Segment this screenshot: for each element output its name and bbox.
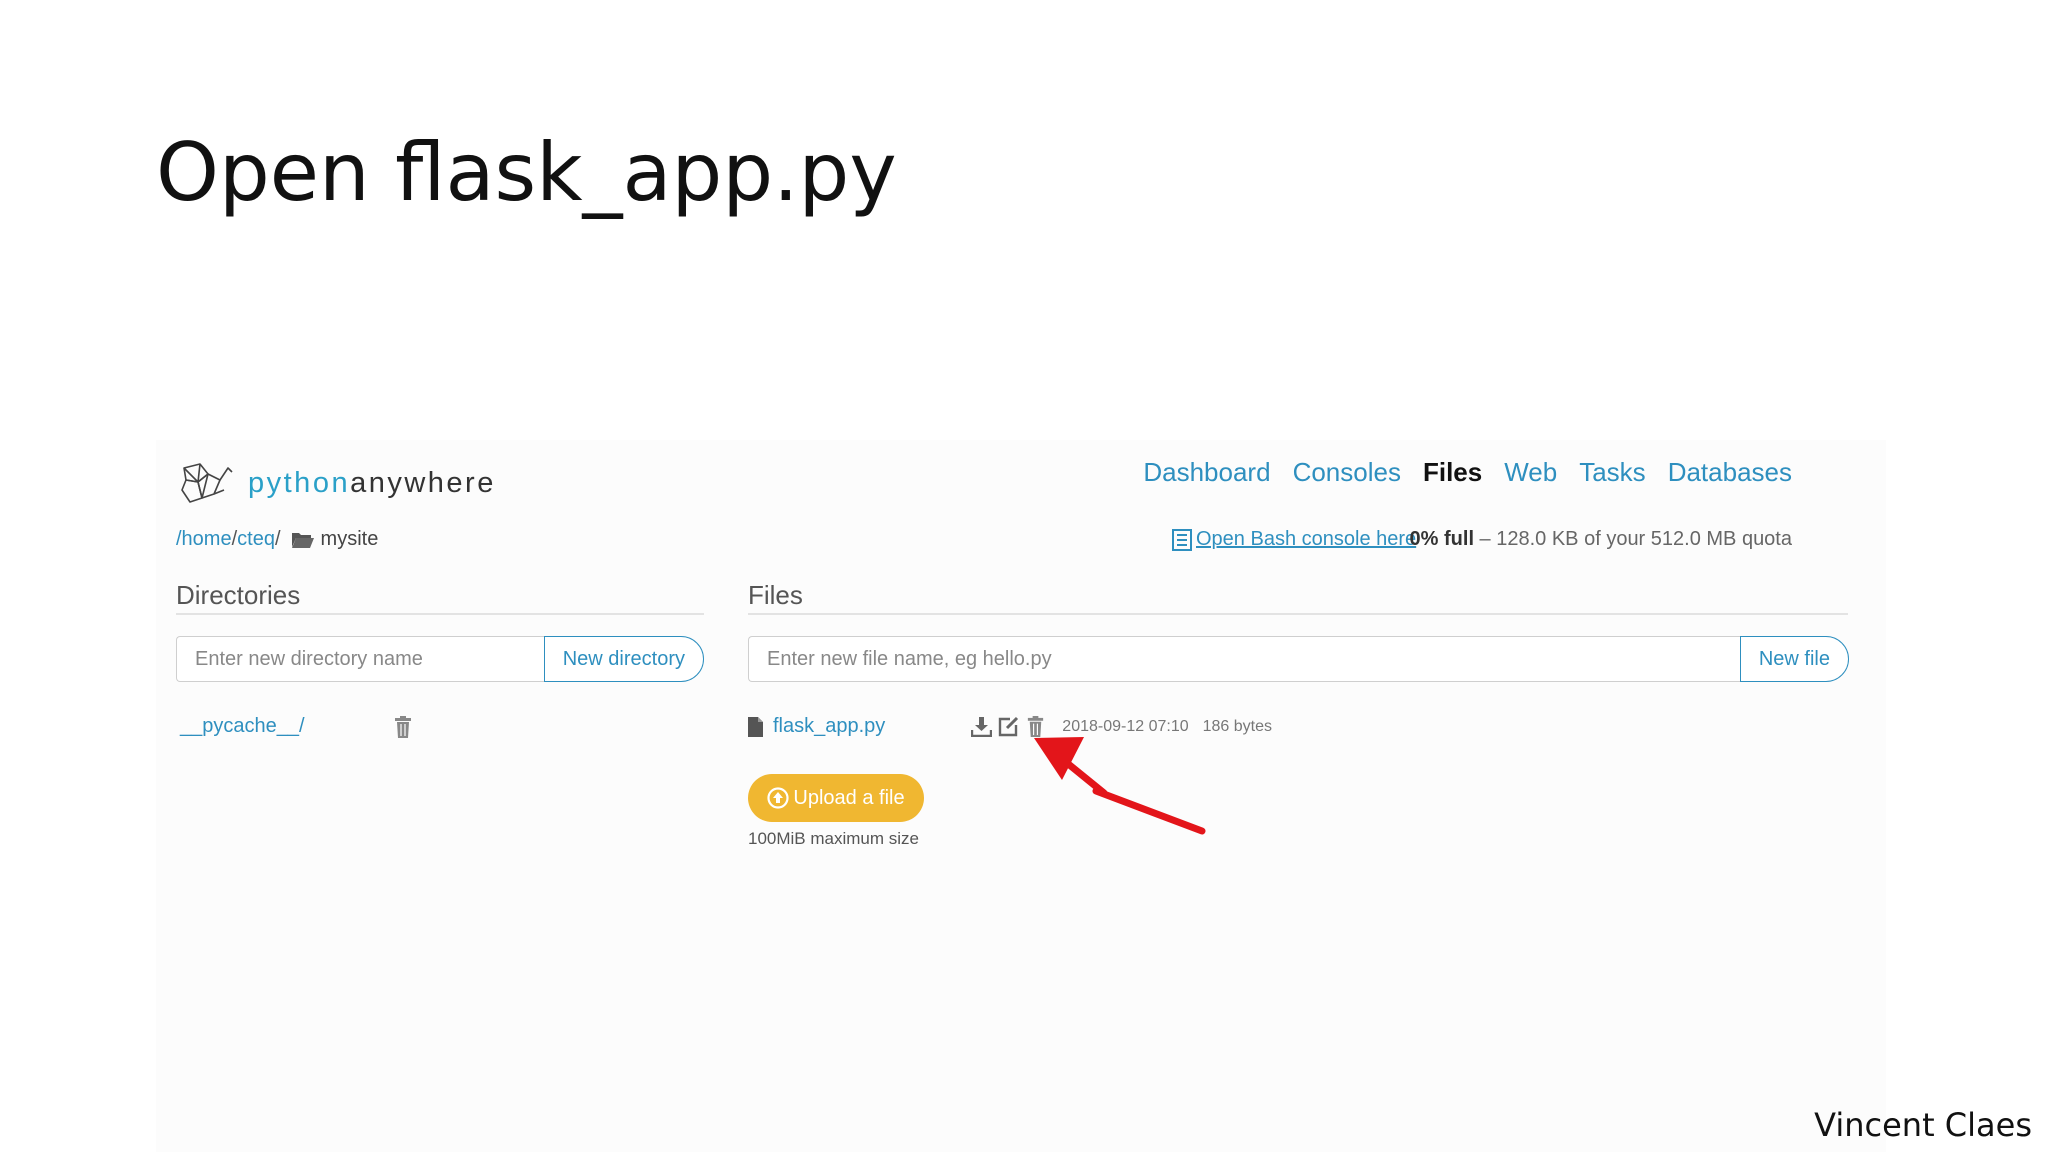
- open-bash-console-link[interactable]: Open Bash console here: [1172, 528, 1416, 551]
- new-file-button[interactable]: New file: [1739, 636, 1849, 682]
- nav-consoles[interactable]: Consoles: [1293, 457, 1401, 488]
- directories-heading: Directories: [176, 580, 301, 610]
- delete-directory-trash-icon[interactable]: [394, 716, 412, 738]
- breadcrumb-separator: /: [274, 528, 281, 550]
- annotation-arrow-shaft: [1092, 787, 1206, 835]
- upload-size-note: 100MiB maximum size: [748, 829, 919, 848]
- upload-circle-icon: [767, 787, 790, 809]
- quota-percent: 0% full: [1409, 528, 1474, 550]
- directory-link-pycache[interactable]: __pycache__/: [180, 715, 305, 738]
- file-icon: [748, 716, 763, 737]
- upload-file-button[interactable]: Upload a file: [748, 774, 924, 822]
- annotation-arrow-neck: [1052, 750, 1108, 797]
- new-file-input[interactable]: [748, 636, 1740, 682]
- upload-file-label: Upload a file: [793, 786, 905, 809]
- new-directory-input[interactable]: [176, 636, 544, 682]
- brand-logo[interactable]: pythonanywhere: [178, 460, 496, 506]
- storage-quota: 0% full – 128.0 KB of your 512.0 MB quot…: [1410, 528, 1792, 551]
- brand-name: pythonanywhere: [248, 467, 496, 500]
- console-icon: [1172, 528, 1192, 551]
- pythonanywhere-screenshot: pythonanywhere Dashboard Consoles Files …: [156, 440, 1886, 1152]
- nav-dashboard[interactable]: Dashboard: [1143, 457, 1270, 488]
- edit-icon[interactable]: [998, 716, 1019, 737]
- file-size: 186 bytes: [1202, 717, 1273, 735]
- folder-open-icon: [291, 533, 314, 548]
- python-logo-icon: [181, 463, 233, 503]
- author-name: Vincent Claes: [1814, 1106, 2032, 1144]
- quota-details: – 128.0 KB of your 512.0 MB quota: [1474, 528, 1792, 550]
- brand-name-python: python: [248, 466, 351, 499]
- file-modified-date: 2018-09-12 07:10: [1062, 717, 1189, 735]
- brand-name-anywhere: anywhere: [350, 466, 496, 499]
- files-divider: [748, 613, 1848, 615]
- annotation-arrow-head: [1034, 737, 1084, 780]
- breadcrumb: /home / cteq / mysite: [176, 528, 378, 551]
- nav-files[interactable]: Files: [1423, 457, 1482, 488]
- nav-databases[interactable]: Databases: [1668, 457, 1792, 488]
- nav-tasks[interactable]: Tasks: [1579, 457, 1645, 488]
- file-row: flask_app.py 2018-09-12 07:10 186 bytes: [748, 715, 1272, 738]
- new-directory-form: New directory: [176, 636, 704, 682]
- breadcrumb-home[interactable]: /home: [176, 528, 232, 551]
- download-icon[interactable]: [971, 716, 993, 737]
- delete-file-trash-icon[interactable]: [1025, 716, 1046, 737]
- directories-divider: [176, 613, 704, 615]
- breadcrumb-user[interactable]: cteq: [237, 528, 275, 551]
- top-nav: Dashboard Consoles Files Web Tasks Datab…: [1121, 457, 1792, 488]
- new-file-form: New file: [748, 636, 1849, 682]
- open-bash-console-label: Open Bash console here: [1196, 528, 1417, 550]
- files-heading: Files: [748, 580, 803, 610]
- nav-web[interactable]: Web: [1504, 457, 1557, 488]
- breadcrumb-current: mysite: [320, 528, 379, 550]
- new-directory-button[interactable]: New directory: [543, 636, 704, 682]
- file-link-flask-app[interactable]: flask_app.py: [773, 715, 885, 738]
- slide-title: Open flask_app.py: [156, 126, 897, 219]
